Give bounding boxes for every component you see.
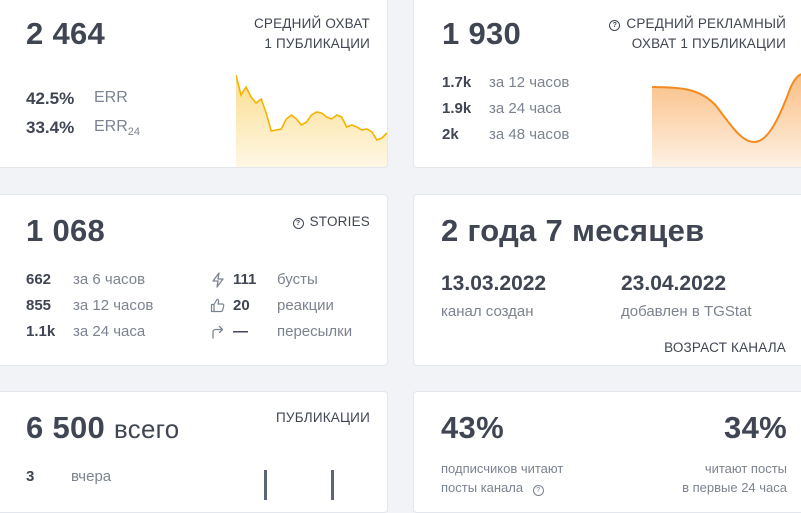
question-circle-icon[interactable]: ? <box>292 218 304 229</box>
ad-reach-24h-label: за 24 часа <box>489 100 562 117</box>
forwards-label: пересылки <box>277 323 353 340</box>
ad-reach-48h-label: за 48 часов <box>489 126 570 143</box>
err24-label: ERR24 <box>94 118 141 139</box>
avg-reach-value: 2 464 <box>26 16 106 51</box>
err-label: ERR <box>94 89 128 106</box>
ad-reach-sparkline <box>652 73 801 167</box>
reactions-value: 20 <box>233 297 250 314</box>
posts-chart-bar <box>264 470 267 500</box>
err24-value: 33.4% <box>26 118 75 137</box>
avg-reach-caption: СРЕДНИЙ ОХВАТ 1 ПУБЛИКАЦИИ <box>253 16 370 51</box>
share-arrow-icon <box>212 325 224 339</box>
created-label: канал создан <box>441 303 534 320</box>
stories-6h-value: 662 <box>26 271 52 288</box>
stories-12h-value: 855 <box>26 297 52 314</box>
added-date: 23.04.2022 <box>621 272 727 295</box>
avg-reach-card: 2 464 СРЕДНИЙ ОХВАТ 1 ПУБЛИКАЦИИ 42.5% E… <box>0 0 388 168</box>
added-label: добавлен в TGStat <box>621 303 752 320</box>
posts-caption: ПУБЛИКАЦИИ <box>276 410 370 425</box>
reactions-label: реакции <box>277 297 334 314</box>
readers-card: 43% подписчиков читают посты канала ? 34… <box>413 391 801 513</box>
ad-reach-12h-label: за 12 часов <box>489 74 570 91</box>
posts-value: 6 500 всего <box>26 410 180 445</box>
posts-yesterday-value: 3 <box>26 468 35 485</box>
channel-age-card: 2 года 7 месяцев 13.03.2022 канал создан… <box>413 194 801 366</box>
thumbs-up-icon <box>210 298 225 313</box>
stories-card: 1 068 ? STORIES 662 за 6 часов 855 за 12 … <box>0 194 388 366</box>
stories-6h-label: за 6 часов <box>73 271 146 288</box>
forwards-value: — <box>233 323 248 340</box>
posts-chart-bar <box>331 470 334 500</box>
readers-24h-label: читают посты в первые 24 часа <box>682 461 787 495</box>
stories-value: 1 068 <box>26 213 106 248</box>
channel-age-value: 2 года 7 месяцев <box>441 213 705 248</box>
ad-reach-value: 1 930 <box>442 16 522 51</box>
stories-24h-value: 1.1k <box>26 323 56 340</box>
posts-value-suffix: всего <box>114 416 180 444</box>
ad-reach-24h-value: 1.9k <box>442 100 472 117</box>
stories-24h-label: за 24 часа <box>73 323 146 340</box>
stories-caption: ? STORIES <box>292 212 370 232</box>
ad-reach-12h-value: 1.7k <box>442 74 472 91</box>
lightning-icon <box>212 272 224 288</box>
readers-24h-percent: 34% <box>724 410 787 445</box>
stories-12h-label: за 12 часов <box>73 297 154 314</box>
posts-yesterday-label: вчера <box>71 468 112 485</box>
err-value: 42.5% <box>26 89 75 108</box>
question-circle-icon[interactable]: ? <box>609 20 621 31</box>
avg-ad-reach-card: 1 930 ? СРЕДНИЙ РЕКЛАМНЫЙ ОХВАТ 1 ПУБЛИКА… <box>413 0 801 168</box>
boosts-label: бусты <box>277 271 318 288</box>
question-circle-icon[interactable]: ? <box>532 485 544 496</box>
ad-reach-caption: ? СРЕДНИЙ РЕКЛАМНЫЙ ОХВАТ 1 ПУБЛИКАЦИИ <box>609 14 786 54</box>
ad-reach-48h-value: 2k <box>442 126 459 143</box>
created-date: 13.03.2022 <box>441 272 547 295</box>
readers-percent: 43% <box>441 410 504 445</box>
readers-label: подписчиков читают посты канала ? <box>441 461 564 496</box>
reach-sparkline <box>236 75 387 167</box>
boosts-value: 111 <box>233 271 257 288</box>
channel-age-caption: ВОЗРАСТ КАНАЛА <box>664 340 786 355</box>
posts-card: 6 500 всего ПУБЛИКАЦИИ 3 вчера <box>0 391 388 513</box>
